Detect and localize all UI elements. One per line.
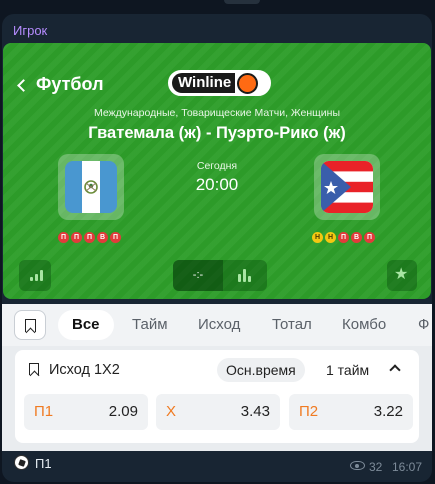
tab-outcome[interactable]: Исход xyxy=(198,310,240,340)
brand-wordmark: Winline xyxy=(172,73,236,93)
odd-value: 2.09 xyxy=(108,403,138,420)
away-team-logo[interactable] xyxy=(314,154,380,220)
saved-markets-button[interactable] xyxy=(14,310,46,340)
odd-draw-button[interactable]: Х 3.43 xyxy=(156,394,280,430)
form-result: П xyxy=(71,232,82,243)
tab-all[interactable]: Все xyxy=(58,310,114,340)
market-title: Исход 1X2 xyxy=(49,362,120,378)
league-name: Международные, Товарищеские Матчи, Женщи… xyxy=(94,107,340,119)
tab-half[interactable]: Тайм xyxy=(132,310,168,340)
score-display: -:- xyxy=(173,260,223,291)
soccer-ball-icon xyxy=(14,455,29,470)
stats-button[interactable] xyxy=(19,260,51,291)
form-result: П xyxy=(84,232,95,243)
form-result: В xyxy=(351,232,362,243)
form-result: П xyxy=(364,232,375,243)
odd-label: Х xyxy=(166,403,177,420)
away-team-form: Н Н П В П xyxy=(312,232,375,243)
tab-total[interactable]: Тотал xyxy=(272,310,312,340)
match-title: Гватемала (ж) - Пуэрто-Рико (ж) xyxy=(88,124,346,142)
chevron-left-icon xyxy=(17,78,30,92)
score-panel[interactable]: -:- xyxy=(173,260,267,291)
market-tabs: Все Тайм Исход Тотал Комбо Ф xyxy=(2,304,432,346)
winline-logo: Winline xyxy=(168,70,271,96)
odd-home-button[interactable]: П1 2.09 xyxy=(24,394,148,430)
form-result: Н xyxy=(312,232,323,243)
tab-combo[interactable]: Комбо xyxy=(342,310,386,340)
period-main-button[interactable]: Осн.время xyxy=(217,358,305,382)
brand-dot-icon xyxy=(237,72,259,94)
back-label: Футбол xyxy=(36,74,104,94)
top-bar xyxy=(0,0,435,8)
match-card[interactable]: Футбол Winline Международные, Товарищеск… xyxy=(3,43,431,299)
form-result: П xyxy=(338,232,349,243)
market-card: Исход 1X2 Осн.время 1 тайм П1 2.09 Х 3.4… xyxy=(15,350,419,443)
market-panel: Исход 1X2 Осн.время 1 тайм П1 2.09 Х 3.4… xyxy=(2,346,432,451)
sender-name[interactable]: Игрок xyxy=(13,23,47,38)
odd-label: П1 xyxy=(34,403,54,420)
star-icon: ★ xyxy=(394,266,409,283)
period-first-half-button[interactable]: 1 тайм xyxy=(326,358,369,382)
message-time: 16:07 xyxy=(392,460,423,474)
form-result: Н xyxy=(325,232,336,243)
chart-bars-icon xyxy=(238,269,251,282)
odd-away-button[interactable]: П2 3.22 xyxy=(289,394,413,430)
favorite-button[interactable]: ★ xyxy=(387,260,417,291)
odd-label: П2 xyxy=(299,403,319,420)
drag-handle xyxy=(224,0,260,4)
message-bubble: Игрок Футбол Winline Международные, Това… xyxy=(2,14,432,482)
form-result: П xyxy=(110,232,121,243)
tab-handicap[interactable]: Ф xyxy=(418,310,429,340)
form-result: В xyxy=(97,232,108,243)
message-footer: П1 32 16:07 xyxy=(2,451,432,482)
odd-value: 3.43 xyxy=(240,403,270,420)
eye-icon xyxy=(350,461,365,470)
odd-value: 3.22 xyxy=(373,403,403,420)
back-button[interactable]: Футбол xyxy=(17,74,104,95)
message-caption: П1 xyxy=(35,456,52,471)
view-count: 32 xyxy=(369,460,383,474)
bookmark-icon xyxy=(25,319,36,332)
signal-bars-icon xyxy=(30,270,43,281)
form-result: П xyxy=(58,232,69,243)
chevron-up-icon[interactable] xyxy=(389,364,401,376)
home-team-form: П П П В П xyxy=(58,232,121,243)
puerto-rico-flag-icon xyxy=(321,161,373,213)
bookmark-icon[interactable] xyxy=(29,363,39,375)
live-stats-button[interactable] xyxy=(223,260,267,291)
